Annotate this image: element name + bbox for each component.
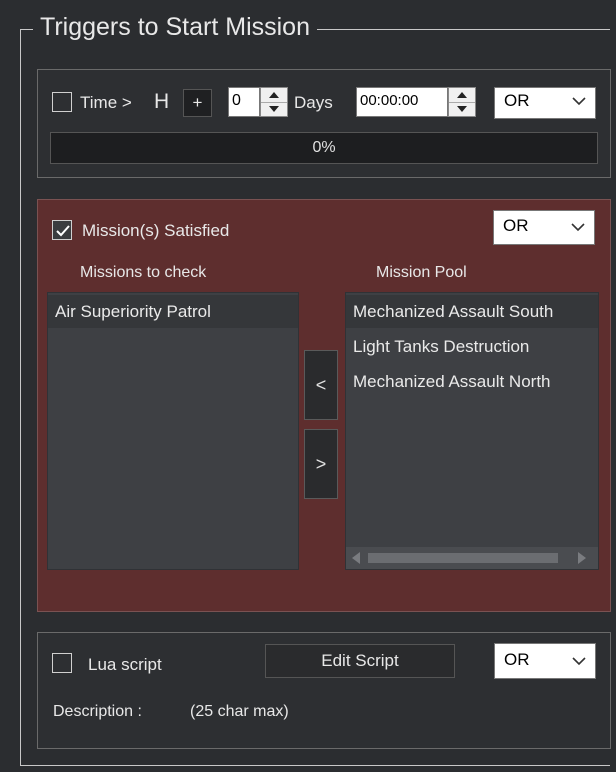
scroll-left-icon[interactable]	[352, 552, 360, 564]
time-unit-label: H	[154, 90, 170, 113]
missions-to-check-list[interactable]: Air Superiority Patrol	[47, 292, 299, 570]
spin-down-icon[interactable]	[449, 102, 475, 116]
missions-checkbox[interactable]	[52, 220, 72, 240]
list-item[interactable]: Mechanized Assault South	[346, 295, 598, 328]
spin-down-icon[interactable]	[261, 102, 287, 116]
time-trigger-panel: Time > H + 0 Days 00:00:00 OR 0%	[37, 69, 611, 178]
chevron-down-icon	[571, 223, 585, 232]
missions-operator-value: OR	[503, 216, 529, 235]
lua-operator-value: OR	[504, 650, 530, 669]
lua-checkbox-label[interactable]: Lua script	[88, 655, 162, 675]
edit-script-button[interactable]: Edit Script	[265, 644, 455, 678]
time-checkbox-label[interactable]: Time >	[80, 93, 132, 113]
add-time-button[interactable]: +	[183, 89, 212, 117]
scroll-right-icon[interactable]	[578, 552, 586, 564]
progress-text: 0%	[312, 139, 336, 156]
missions-operator-select[interactable]: OR	[493, 210, 595, 245]
list-item[interactable]: Mechanized Assault North	[346, 365, 598, 398]
description-label: Description :	[53, 703, 142, 720]
lua-operator-select[interactable]: OR	[494, 643, 596, 679]
list-item[interactable]: Air Superiority Patrol	[48, 295, 298, 328]
spin-up-icon[interactable]	[449, 88, 475, 103]
time-progress-bar: 0%	[50, 132, 598, 164]
spin-up-icon[interactable]	[261, 88, 287, 103]
lua-trigger-panel: Lua script Edit Script OR Description : …	[37, 632, 611, 749]
missions-to-check-header: Missions to check	[80, 264, 207, 281]
days-input[interactable]: 0	[228, 87, 260, 117]
time-spinner[interactable]	[448, 87, 476, 117]
days-label: Days	[294, 93, 333, 112]
days-spinner[interactable]	[260, 87, 288, 117]
group-title: Triggers to Start Mission	[33, 10, 317, 44]
missions-trigger-panel: Mission(s) Satisfied OR Missions to chec…	[37, 199, 611, 612]
description-hint: (25 char max)	[190, 703, 289, 720]
chevron-down-icon	[572, 657, 586, 666]
lua-checkbox[interactable]	[52, 653, 72, 673]
time-operator-select[interactable]: OR	[494, 87, 596, 119]
time-input[interactable]: 00:00:00	[356, 87, 448, 117]
mission-pool-header: Mission Pool	[376, 264, 467, 281]
list-item[interactable]: Light Tanks Destruction	[346, 330, 598, 363]
move-right-button[interactable]: >	[304, 429, 338, 499]
time-operator-value: OR	[504, 91, 530, 110]
missions-checkbox-label[interactable]: Mission(s) Satisfied	[82, 221, 229, 241]
scrollbar-thumb[interactable]	[368, 553, 558, 563]
move-left-button[interactable]: <	[304, 350, 338, 420]
time-checkbox[interactable]	[52, 92, 72, 112]
mission-pool-list[interactable]: Mechanized Assault South Light Tanks Des…	[345, 292, 599, 570]
checkmark-icon	[56, 225, 70, 237]
horizontal-scrollbar[interactable]	[346, 547, 598, 569]
chevron-down-icon	[572, 97, 586, 106]
